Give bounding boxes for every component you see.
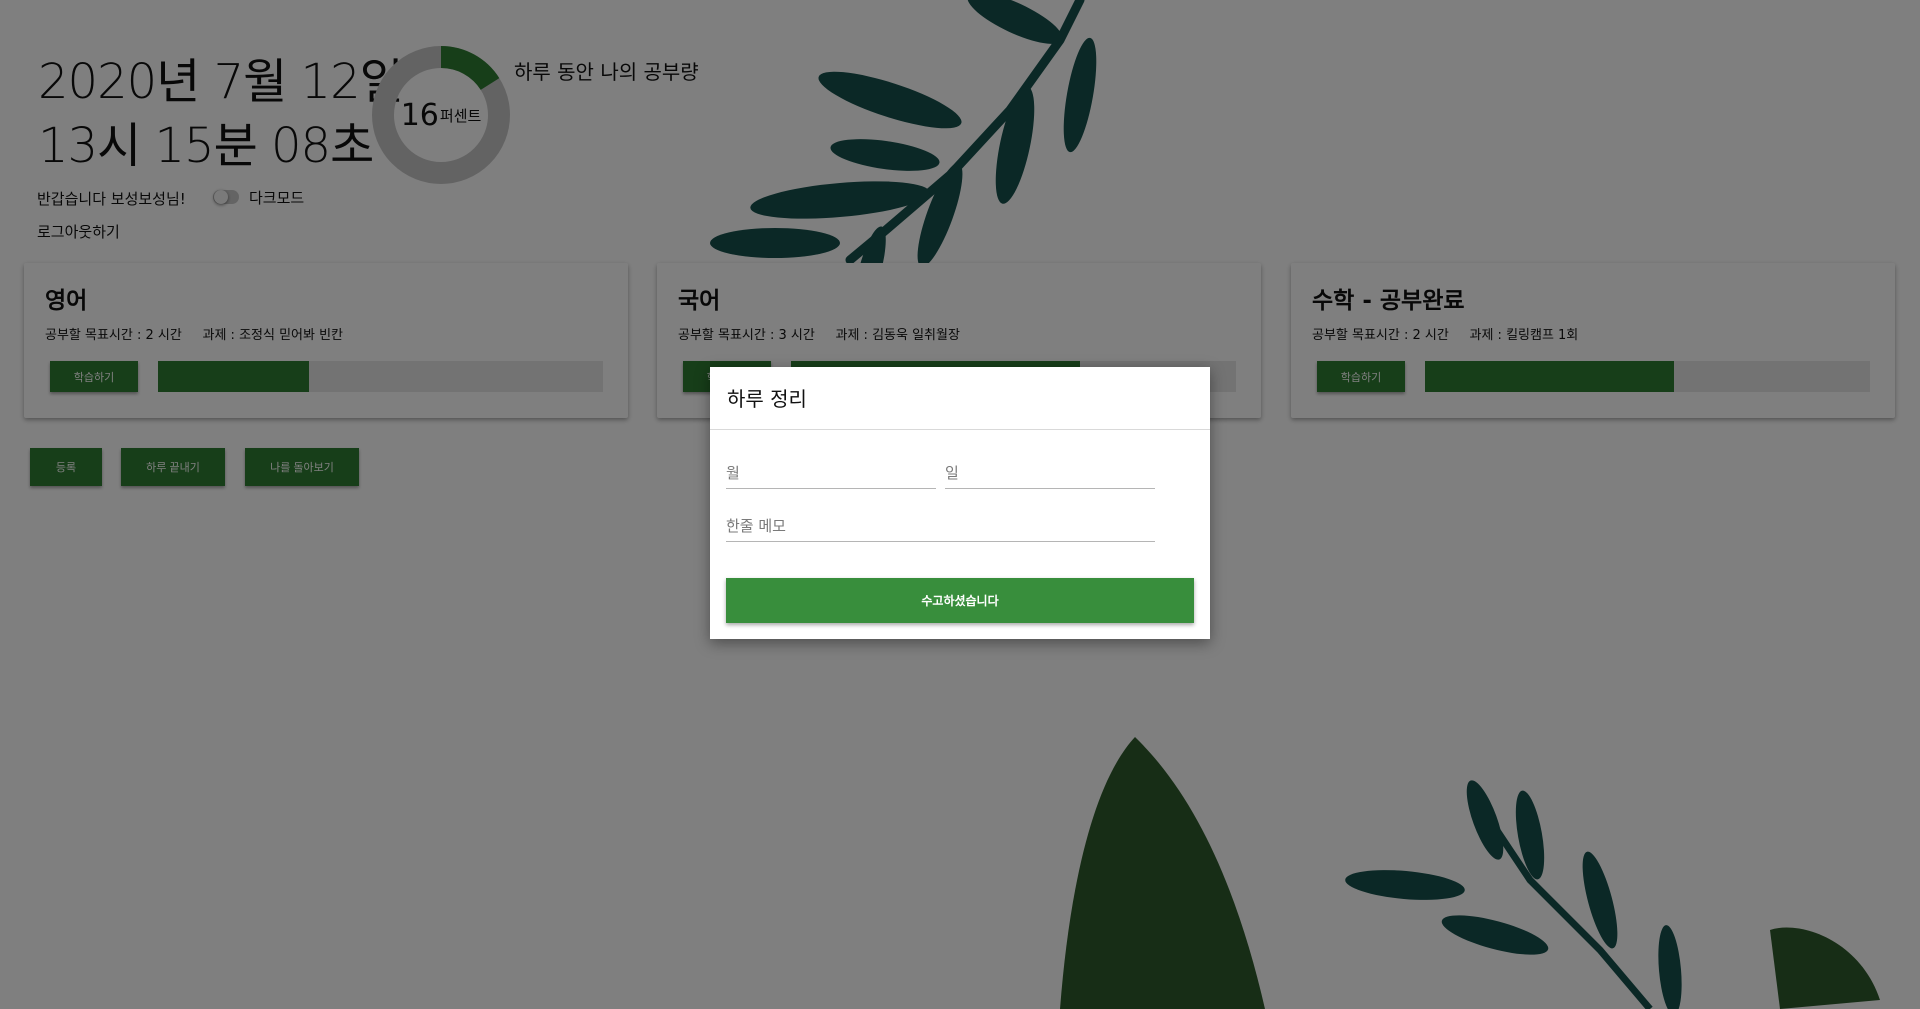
dialog-divider: [710, 429, 1210, 430]
submit-button[interactable]: 수고하셨습니다: [726, 578, 1194, 623]
month-input[interactable]: [726, 464, 936, 489]
memo-input[interactable]: [726, 517, 1155, 542]
day-summary-dialog: 하루 정리 수고하셨습니다: [710, 367, 1210, 639]
dialog-title: 하루 정리: [727, 387, 807, 411]
day-input[interactable]: [945, 464, 1155, 489]
